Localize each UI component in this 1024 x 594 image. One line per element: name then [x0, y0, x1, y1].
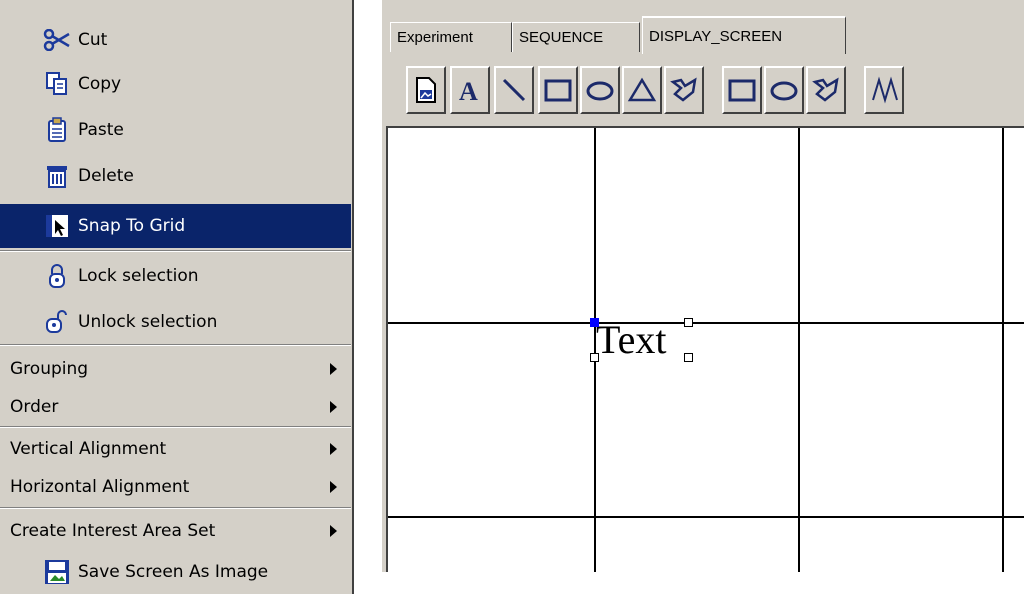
grid-line-horizontal: [388, 322, 1024, 324]
triangle-tool-button[interactable]: [622, 66, 662, 114]
menu-item-snap-to-grid[interactable]: Snap To Grid: [0, 204, 351, 248]
tab-experiment[interactable]: Experiment: [390, 22, 512, 52]
auto-segment-icon: [872, 76, 898, 104]
menu-item-label: Paste: [78, 120, 124, 140]
menu-item-delete[interactable]: Delete: [0, 156, 351, 196]
freehand-polygon-tool-icon: [670, 77, 697, 102]
text-object[interactable]: Text: [596, 316, 667, 364]
menu-item-label: Lock selection: [78, 266, 199, 286]
drawing-toolbar: A: [384, 54, 1024, 124]
menu-separator: [0, 250, 351, 252]
context-menu: Cut Copy Paste Delete Snap To Grid Lock …: [0, 0, 354, 594]
menu-item-order[interactable]: Order: [0, 388, 351, 426]
insert-resource-button[interactable]: [406, 66, 446, 114]
copy-icon: [40, 67, 74, 101]
tab-label: Experiment: [397, 29, 473, 46]
menu-item-paste[interactable]: Paste: [0, 110, 351, 150]
menu-item-label: Vertical Alignment: [10, 439, 167, 459]
selection-handle-anchor[interactable]: [590, 318, 599, 327]
menu-separator: [0, 507, 351, 509]
rect-interest-area-button[interactable]: [722, 66, 762, 114]
menu-item-label: Save Screen As Image: [78, 562, 269, 582]
menu-item-label: Cut: [78, 30, 108, 50]
screen-editor: Experiment SEQUENCE DISPLAY_SCREEN A Tex…: [382, 0, 1024, 594]
menu-item-label: Snap To Grid: [78, 216, 186, 236]
submenu-arrow-icon: [330, 481, 337, 493]
menu-separator: [0, 426, 351, 428]
menu-item-cut[interactable]: Cut: [0, 20, 351, 60]
rect-interest-area-icon: [728, 79, 756, 102]
display-canvas[interactable]: Text: [386, 126, 1024, 594]
menu-item-create-interest-area-set[interactable]: Create Interest Area Set: [0, 512, 351, 550]
tab-display-screen[interactable]: DISPLAY_SCREEN: [642, 16, 846, 54]
menu-item-grouping[interactable]: Grouping: [0, 350, 351, 388]
menu-item-label: Create Interest Area Set: [10, 521, 216, 541]
selection-handle[interactable]: [684, 353, 693, 362]
svg-text:A: A: [459, 77, 478, 104]
menu-item-vertical-alignment[interactable]: Vertical Alignment: [0, 430, 351, 468]
menu-item-label: Unlock selection: [78, 312, 218, 332]
freehand-interest-area-button[interactable]: [806, 66, 846, 114]
freehand-interest-area-icon: [812, 77, 839, 102]
text-tool-icon: A: [459, 77, 478, 104]
grid-line-horizontal: [388, 516, 1024, 518]
save-image-icon: [40, 555, 74, 589]
rectangle-tool-icon: [544, 79, 572, 102]
text-tool-button[interactable]: A: [450, 66, 490, 114]
submenu-arrow-icon: [330, 363, 337, 375]
paste-icon: [40, 113, 74, 147]
menu-item-label: Delete: [78, 166, 134, 186]
insert-resource-icon: [416, 77, 436, 103]
submenu-arrow-icon: [330, 443, 337, 455]
selection-handle[interactable]: [684, 318, 693, 327]
line-tool-icon: [502, 78, 526, 102]
menu-item-save-screen-as-image[interactable]: Save Screen As Image: [0, 552, 351, 592]
ellipse-interest-area-button[interactable]: [764, 66, 804, 114]
trash-icon: [40, 159, 74, 193]
selection-handle[interactable]: [590, 353, 599, 362]
bottom-strip: [382, 572, 1024, 594]
line-tool-button[interactable]: [494, 66, 534, 114]
lock-icon: [40, 259, 74, 293]
snap-grid-icon: [40, 209, 74, 243]
tab-label: SEQUENCE: [519, 29, 604, 46]
menu-item-copy[interactable]: Copy: [0, 64, 351, 104]
menu-item-lock-selection[interactable]: Lock selection: [0, 256, 351, 296]
menu-item-label: Horizontal Alignment: [10, 477, 190, 497]
triangle-tool-icon: [627, 77, 657, 102]
scissors-icon: [40, 23, 74, 57]
tab-bar: Experiment SEQUENCE DISPLAY_SCREEN: [382, 10, 1024, 54]
menu-item-unlock-selection[interactable]: Unlock selection: [0, 302, 351, 342]
menu-item-horizontal-alignment[interactable]: Horizontal Alignment: [0, 468, 351, 506]
submenu-arrow-icon: [330, 401, 337, 413]
ellipse-tool-icon: [586, 81, 614, 101]
ellipse-interest-area-icon: [770, 81, 798, 101]
unlock-icon: [40, 305, 74, 339]
auto-segment-button[interactable]: [864, 66, 904, 114]
tab-sequence[interactable]: SEQUENCE: [512, 22, 640, 52]
freehand-polygon-tool-button[interactable]: [664, 66, 704, 114]
grid-line-vertical: [1002, 128, 1004, 594]
rectangle-tool-button[interactable]: [538, 66, 578, 114]
menu-item-label: Grouping: [10, 359, 89, 379]
menu-item-label: Order: [10, 397, 59, 417]
grid-line-vertical: [798, 128, 800, 594]
menu-separator: [0, 344, 351, 346]
ellipse-tool-button[interactable]: [580, 66, 620, 114]
tab-label: DISPLAY_SCREEN: [649, 27, 783, 45]
menu-item-label: Copy: [78, 74, 122, 94]
submenu-arrow-icon: [330, 525, 337, 537]
